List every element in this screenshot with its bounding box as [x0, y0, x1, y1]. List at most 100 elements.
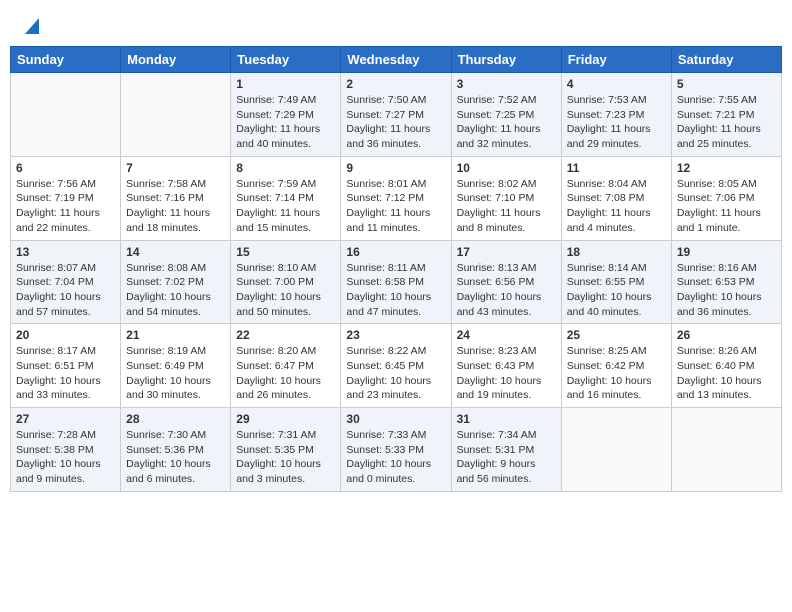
daylight-text: Daylight: 10 hours and 40 minutes. [567, 290, 666, 319]
calendar-cell: 11Sunrise: 8:04 AMSunset: 7:08 PMDayligh… [561, 156, 671, 240]
calendar-cell: 14Sunrise: 8:08 AMSunset: 7:02 PMDayligh… [121, 240, 231, 324]
daylight-text: Daylight: 10 hours and 19 minutes. [457, 374, 556, 403]
sunset-text: Sunset: 6:51 PM [16, 359, 115, 374]
sunset-text: Sunset: 7:16 PM [126, 191, 225, 206]
sunset-text: Sunset: 6:45 PM [346, 359, 445, 374]
calendar-cell: 7 Sunrise: 7:58 AMSunset: 7:16 PMDaylight… [121, 156, 231, 240]
calendar-cell [121, 73, 231, 157]
sunrise-text: Sunrise: 7:53 AM [567, 93, 666, 108]
calendar-cell [11, 73, 121, 157]
daylight-text: Daylight: 10 hours and 33 minutes. [16, 374, 115, 403]
day-info: Sunrise: 7:30 AMSunset: 5:36 PMDaylight:… [126, 428, 225, 487]
sunset-text: Sunset: 7:14 PM [236, 191, 335, 206]
day-number: 14 [126, 245, 225, 259]
page-header [10, 10, 782, 38]
daylight-text: Daylight: 10 hours and 50 minutes. [236, 290, 335, 319]
sunset-text: Sunset: 6:58 PM [346, 275, 445, 290]
day-number: 18 [567, 245, 666, 259]
sunrise-text: Sunrise: 7:52 AM [457, 93, 556, 108]
daylight-text: Daylight: 11 hours and 25 minutes. [677, 122, 776, 151]
sunrise-text: Sunrise: 7:28 AM [16, 428, 115, 443]
weekday-header: Monday [121, 47, 231, 73]
sunrise-text: Sunrise: 8:05 AM [677, 177, 776, 192]
day-number: 11 [567, 161, 666, 175]
day-number: 28 [126, 412, 225, 426]
day-number: 1 [236, 77, 335, 91]
day-info: Sunrise: 7:28 AMSunset: 5:38 PMDaylight:… [16, 428, 115, 487]
day-info: Sunrise: 8:20 AMSunset: 6:47 PMDaylight:… [236, 344, 335, 403]
sunrise-text: Sunrise: 8:26 AM [677, 344, 776, 359]
sunrise-text: Sunrise: 7:34 AM [457, 428, 556, 443]
day-info: Sunrise: 8:22 AMSunset: 6:45 PMDaylight:… [346, 344, 445, 403]
sunrise-text: Sunrise: 8:14 AM [567, 261, 666, 276]
day-info: Sunrise: 8:19 AMSunset: 6:49 PMDaylight:… [126, 344, 225, 403]
calendar-cell: 2Sunrise: 7:50 AMSunset: 7:27 PMDaylight… [341, 73, 451, 157]
day-number: 13 [16, 245, 115, 259]
sunrise-text: Sunrise: 8:17 AM [16, 344, 115, 359]
daylight-text: Daylight: 10 hours and 0 minutes. [346, 457, 445, 486]
sunset-text: Sunset: 6:55 PM [567, 275, 666, 290]
day-number: 6 [16, 161, 115, 175]
daylight-text: Daylight: 11 hours and 4 minutes. [567, 206, 666, 235]
sunrise-text: Sunrise: 7:56 AM [16, 177, 115, 192]
calendar-cell: 18 Sunrise: 8:14 AMSunset: 6:55 PMDayligh… [561, 240, 671, 324]
sunrise-text: Sunrise: 7:49 AM [236, 93, 335, 108]
day-info: Sunrise: 8:07 AMSunset: 7:04 PMDaylight:… [16, 261, 115, 320]
daylight-text: Daylight: 10 hours and 57 minutes. [16, 290, 115, 319]
calendar-cell: 30Sunrise: 7:33 AMSunset: 5:33 PMDayligh… [341, 408, 451, 492]
calendar-cell [561, 408, 671, 492]
sunset-text: Sunset: 6:56 PM [457, 275, 556, 290]
sunset-text: Sunset: 7:04 PM [16, 275, 115, 290]
calendar-cell: 16Sunrise: 8:11 AMSunset: 6:58 PMDayligh… [341, 240, 451, 324]
daylight-text: Daylight: 11 hours and 15 minutes. [236, 206, 335, 235]
day-number: 4 [567, 77, 666, 91]
day-number: 7 [126, 161, 225, 175]
day-number: 21 [126, 328, 225, 342]
day-number: 15 [236, 245, 335, 259]
daylight-text: Daylight: 11 hours and 18 minutes. [126, 206, 225, 235]
daylight-text: Daylight: 10 hours and 54 minutes. [126, 290, 225, 319]
day-info: Sunrise: 7:55 AMSunset: 7:21 PMDaylight:… [677, 93, 776, 152]
day-info: Sunrise: 8:01 AMSunset: 7:12 PMDaylight:… [346, 177, 445, 236]
daylight-text: Daylight: 11 hours and 1 minute. [677, 206, 776, 235]
day-number: 30 [346, 412, 445, 426]
day-info: Sunrise: 7:49 AMSunset: 7:29 PMDaylight:… [236, 93, 335, 152]
sunset-text: Sunset: 7:21 PM [677, 108, 776, 123]
sunset-text: Sunset: 5:36 PM [126, 443, 225, 458]
daylight-text: Daylight: 10 hours and 3 minutes. [236, 457, 335, 486]
day-number: 10 [457, 161, 556, 175]
day-number: 3 [457, 77, 556, 91]
day-info: Sunrise: 7:58 AMSunset: 7:16 PMDaylight:… [126, 177, 225, 236]
calendar-week-row: 27Sunrise: 7:28 AMSunset: 5:38 PMDayligh… [11, 408, 782, 492]
sunset-text: Sunset: 7:10 PM [457, 191, 556, 206]
sunset-text: Sunset: 7:02 PM [126, 275, 225, 290]
day-info: Sunrise: 8:25 AMSunset: 6:42 PMDaylight:… [567, 344, 666, 403]
calendar-cell: 19Sunrise: 8:16 AMSunset: 6:53 PMDayligh… [671, 240, 781, 324]
day-number: 2 [346, 77, 445, 91]
calendar-cell: 27Sunrise: 7:28 AMSunset: 5:38 PMDayligh… [11, 408, 121, 492]
weekday-header: Friday [561, 47, 671, 73]
day-info: Sunrise: 8:16 AMSunset: 6:53 PMDaylight:… [677, 261, 776, 320]
daylight-text: Daylight: 10 hours and 9 minutes. [16, 457, 115, 486]
daylight-text: Daylight: 10 hours and 23 minutes. [346, 374, 445, 403]
calendar-cell: 17Sunrise: 8:13 AMSunset: 6:56 PMDayligh… [451, 240, 561, 324]
calendar-cell: 28 Sunrise: 7:30 AMSunset: 5:36 PMDayligh… [121, 408, 231, 492]
sunset-text: Sunset: 6:40 PM [677, 359, 776, 374]
calendar-cell: 3Sunrise: 7:52 AMSunset: 7:25 PMDaylight… [451, 73, 561, 157]
sunrise-text: Sunrise: 7:31 AM [236, 428, 335, 443]
day-info: Sunrise: 8:14 AMSunset: 6:55 PMDaylight:… [567, 261, 666, 320]
day-number: 22 [236, 328, 335, 342]
sunrise-text: Sunrise: 8:10 AM [236, 261, 335, 276]
daylight-text: Daylight: 11 hours and 36 minutes. [346, 122, 445, 151]
sunset-text: Sunset: 6:53 PM [677, 275, 776, 290]
sunset-text: Sunset: 6:47 PM [236, 359, 335, 374]
calendar-week-row: 13 Sunrise: 8:07 AMSunset: 7:04 PMDayligh… [11, 240, 782, 324]
sunrise-text: Sunrise: 7:55 AM [677, 93, 776, 108]
sunrise-text: Sunrise: 8:13 AM [457, 261, 556, 276]
daylight-text: Daylight: 11 hours and 29 minutes. [567, 122, 666, 151]
day-info: Sunrise: 7:56 AMSunset: 7:19 PMDaylight:… [16, 177, 115, 236]
sunrise-text: Sunrise: 8:04 AM [567, 177, 666, 192]
daylight-text: Daylight: 9 hours and 56 minutes. [457, 457, 556, 486]
day-info: Sunrise: 8:26 AMSunset: 6:40 PMDaylight:… [677, 344, 776, 403]
day-number: 5 [677, 77, 776, 91]
